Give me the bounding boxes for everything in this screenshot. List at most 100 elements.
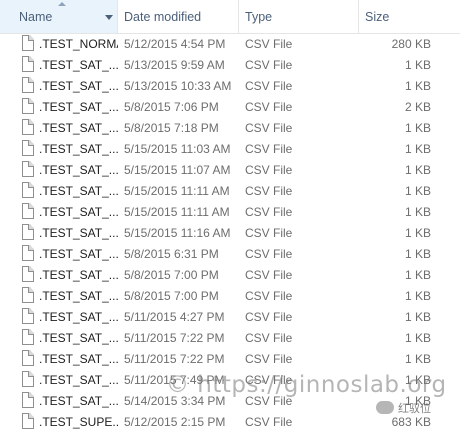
file-icon: [22, 224, 34, 240]
size-column-label: Size: [365, 10, 390, 24]
sort-ascending-icon: [58, 2, 66, 6]
file-name: .TEST_SAT_...: [39, 100, 118, 114]
file-row[interactable]: .TEST_SAT_... 5/8/2015 7:00 PM CSV File 1 K…: [0, 265, 460, 286]
wechat-icon: [376, 401, 394, 414]
file-row[interactable]: .TEST_SAT_... 5/8/2015 6:31 PM CSV File 1 K…: [0, 244, 460, 265]
file-size: 1 KB: [404, 289, 431, 303]
watermark-text: © https://ginnoslab.org: [166, 372, 447, 398]
file-date-modified: 5/12/2015 4:54 PM: [124, 37, 226, 51]
file-date-modified: 5/8/2015 7:18 PM: [124, 121, 219, 135]
file-row[interactable]: .TEST_SUPE... 5/12/2015 2:15 PM CSV File 68…: [0, 412, 460, 433]
size-column-header[interactable]: Size: [359, 0, 460, 33]
file-name: .TEST_SAT_...: [39, 352, 118, 366]
file-row[interactable]: .TEST_SAT_... 5/15/2015 11:03 AM CSV File 1…: [0, 139, 460, 160]
file-size: 1 KB: [404, 121, 431, 135]
file-icon: [22, 329, 34, 345]
file-icon: [22, 266, 34, 282]
file-row[interactable]: .TEST_SAT_... 5/15/2015 11:11 AM CSV File 1…: [0, 181, 460, 202]
file-name: .TEST_SAT_...: [39, 289, 118, 303]
file-size: 2 KB: [404, 100, 431, 114]
file-row[interactable]: .TEST_SAT_... 5/15/2015 11:11 AM CSV File 1…: [0, 202, 460, 223]
file-row[interactable]: .TEST_SAT_... 5/15/2015 11:07 AM CSV File 1…: [0, 160, 460, 181]
file-row[interactable]: .TEST_SAT_... 5/8/2015 7:06 PM CSV File 2 K…: [0, 97, 460, 118]
file-type: CSV File: [245, 100, 293, 114]
file-size: 1 KB: [404, 163, 431, 177]
file-type: CSV File: [245, 58, 293, 72]
file-type: CSV File: [245, 268, 293, 282]
file-type: CSV File: [245, 121, 293, 135]
file-type: CSV File: [245, 310, 293, 324]
name-column-header[interactable]: Name: [0, 0, 118, 33]
file-name: .TEST_SAT_...: [39, 205, 118, 219]
chevron-down-icon[interactable]: [105, 15, 113, 20]
file-icon: [22, 119, 34, 135]
file-date-modified: 5/8/2015 6:31 PM: [124, 247, 219, 261]
file-date-modified: 5/13/2015 10:33 AM: [124, 79, 232, 93]
file-icon: [22, 182, 34, 198]
file-row[interactable]: .TEST_NORMAL... 5/12/2015 4:54 PM CSV File…: [0, 34, 460, 55]
file-name: .TEST_SAT_...: [39, 331, 118, 345]
file-date-modified: 5/11/2015 4:27 PM: [124, 310, 225, 324]
file-date-modified: 5/11/2015 7:22 PM: [124, 331, 225, 345]
file-icon: [22, 35, 34, 51]
file-name: .TEST_SAT_...: [39, 58, 118, 72]
file-type: CSV File: [245, 331, 293, 345]
file-row[interactable]: .TEST_SAT_... 5/8/2015 7:00 PM CSV File 1 K…: [0, 286, 460, 307]
file-type: CSV File: [245, 205, 293, 219]
file-date-modified: 5/15/2015 11:03 AM: [124, 142, 231, 156]
file-name: .TEST_SAT_...: [39, 142, 118, 156]
file-size: 1 KB: [404, 310, 431, 324]
file-row[interactable]: .TEST_SAT_... 5/15/2015 11:16 AM CSV File 1…: [0, 223, 460, 244]
file-size: 1 KB: [404, 79, 431, 93]
file-type: CSV File: [245, 37, 293, 51]
file-type: CSV File: [245, 289, 293, 303]
file-icon: [22, 287, 34, 303]
file-size: 1 KB: [404, 352, 431, 366]
file-row[interactable]: .TEST_SAT_... 5/8/2015 7:18 PM CSV File 1 K…: [0, 118, 460, 139]
date-modified-column-label: Date modified: [124, 10, 202, 24]
type-column-label: Type: [245, 10, 273, 24]
file-type: CSV File: [245, 352, 293, 366]
file-icon: [22, 392, 34, 408]
file-size: 1 KB: [404, 205, 431, 219]
file-size: 1 KB: [404, 247, 431, 261]
file-size: 1 KB: [404, 184, 431, 198]
file-date-modified: 5/13/2015 9:59 AM: [124, 58, 225, 72]
file-icon: [22, 350, 34, 366]
type-column-header[interactable]: Type: [239, 0, 359, 33]
file-date-modified: 5/8/2015 7:06 PM: [124, 100, 219, 114]
file-icon: [22, 203, 34, 219]
file-name: .TEST_SUPE...: [39, 415, 118, 429]
file-row[interactable]: .TEST_SAT_... 5/11/2015 4:27 PM CSV File 1 …: [0, 307, 460, 328]
file-icon: [22, 161, 34, 177]
file-date-modified: 5/15/2015 11:07 AM: [124, 163, 231, 177]
file-name: .TEST_SAT_...: [39, 79, 118, 93]
file-name: .TEST_SAT_...: [39, 247, 118, 261]
file-icon: [22, 56, 34, 72]
file-type: CSV File: [245, 163, 293, 177]
file-name: .TEST_SAT_...: [39, 226, 118, 240]
file-size: 1 KB: [404, 142, 431, 156]
file-name: .TEST_SAT_...: [39, 310, 118, 324]
file-row[interactable]: .TEST_SAT_... 5/11/2015 7:22 PM CSV File 1 …: [0, 349, 460, 370]
file-size: 1 KB: [404, 331, 431, 345]
file-icon: [22, 371, 34, 387]
file-name: .TEST_SAT_...: [39, 184, 118, 198]
file-icon: [22, 308, 34, 324]
file-date-modified: 5/8/2015 7:00 PM: [124, 289, 219, 303]
file-type: CSV File: [245, 184, 293, 198]
file-date-modified: 5/15/2015 11:11 AM: [124, 205, 230, 219]
watermark-account: 红驭位: [398, 402, 431, 415]
file-row[interactable]: .TEST_SAT_... 5/13/2015 10:33 AM CSV File 1…: [0, 76, 460, 97]
column-header-bar: Name Date modified Type Size: [0, 0, 460, 34]
file-size: 280 KB: [391, 37, 431, 51]
file-row[interactable]: .TEST_SAT_... 5/13/2015 9:59 AM CSV File 1 …: [0, 55, 460, 76]
file-row[interactable]: .TEST_SAT_... 5/11/2015 7:22 PM CSV File 1 …: [0, 328, 460, 349]
file-name: .TEST_SAT_...: [39, 121, 118, 135]
file-size: 1 KB: [404, 226, 431, 240]
file-name: .TEST_NORMAL...: [39, 37, 118, 51]
date-modified-column-header[interactable]: Date modified: [118, 0, 239, 33]
file-date-modified: 5/15/2015 11:16 AM: [124, 226, 231, 240]
file-icon: [22, 98, 34, 114]
file-name: .TEST_SAT_...: [39, 163, 118, 177]
